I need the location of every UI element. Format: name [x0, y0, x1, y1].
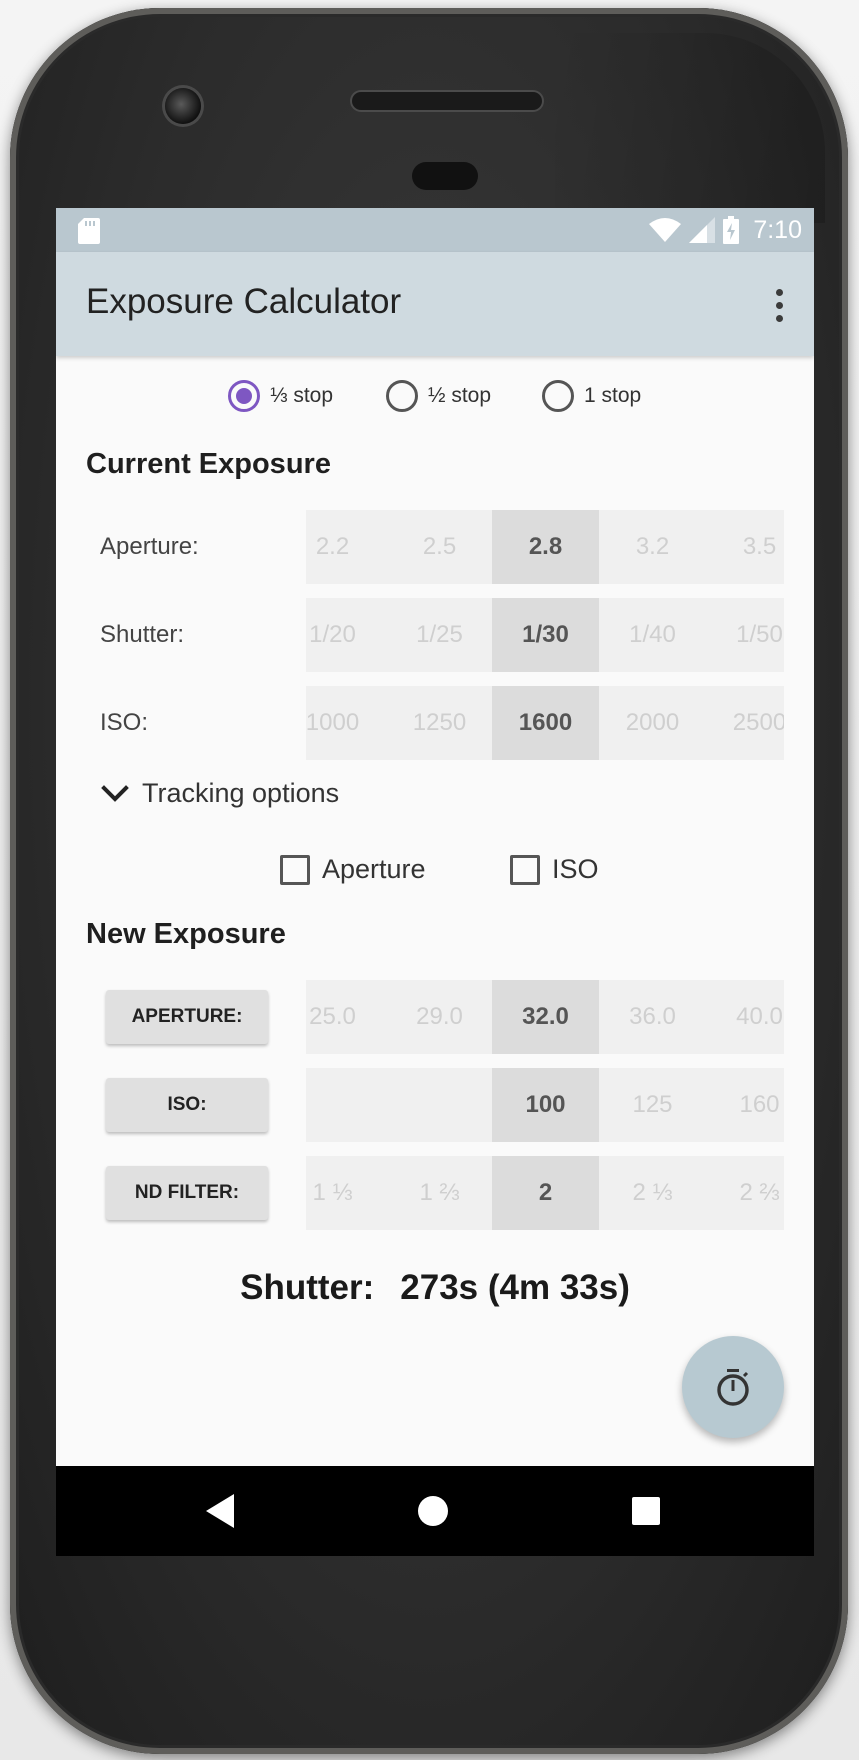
new-aperture-picker[interactable]: 25.0 29.0 32.0 36.0 40.0 [306, 980, 784, 1054]
picker-value[interactable]: 1000 [306, 686, 386, 760]
picker-value[interactable]: 2500 [706, 686, 784, 760]
app-title: Exposure Calculator [86, 282, 402, 321]
radio-circle [542, 380, 574, 412]
wifi-icon [649, 218, 682, 242]
new-exposure-title: New Exposure [86, 918, 286, 950]
picker-value[interactable]: 1/50 [706, 598, 784, 672]
checkbox-box [510, 854, 540, 885]
picker-value[interactable]: 29.0 [386, 980, 493, 1054]
aperture-button[interactable]: APERTURE: [106, 990, 268, 1044]
tracking-options-label: Tracking options [142, 778, 340, 808]
phone-sheen [555, 33, 825, 223]
picker-value[interactable]: 1/20 [306, 598, 386, 672]
radio-half-stop[interactable]: ½ stop [386, 380, 491, 412]
aperture-picker[interactable]: 2.2 2.5 2.8 3.2 3.5 [306, 510, 784, 584]
radio-third-stop[interactable]: ⅓ stop [228, 380, 333, 412]
front-camera [165, 88, 201, 124]
new-iso-picker[interactable]: 100 125 160 [306, 1068, 784, 1142]
radio-label: ⅓ stop [270, 384, 334, 407]
picker-value[interactable]: 3.2 [599, 510, 706, 584]
picker-value[interactable]: 3.5 [706, 510, 784, 584]
track-iso-checkbox[interactable]: ISO [510, 854, 599, 885]
back-icon[interactable] [206, 1494, 236, 1528]
picker-value[interactable]: 40.0 [706, 980, 784, 1054]
status-time: 7:10 [753, 215, 802, 244]
picker-selected-value[interactable]: 100 [492, 1068, 599, 1142]
picker-value[interactable]: 2.5 [386, 510, 493, 584]
status-bar: 7:10 [56, 208, 814, 252]
picker-value[interactable]: 1 ⅔ [386, 1156, 493, 1230]
nd-filter-picker[interactable]: 1 ⅓ 1 ⅔ 2 2 ⅓ 2 ⅔ [306, 1156, 784, 1230]
iso-button[interactable]: ISO: [106, 1078, 268, 1132]
checkbox-box [280, 854, 310, 885]
moon-icon[interactable] [678, 282, 724, 328]
picker-value[interactable]: 1/25 [386, 598, 493, 672]
sd-card-icon [78, 218, 100, 244]
radio-circle [386, 380, 418, 412]
picker-value[interactable]: 1250 [386, 686, 493, 760]
shutter-label: Shutter: [100, 621, 185, 648]
picker-value[interactable]: 2 ⅓ [599, 1156, 706, 1230]
picker-selected-value[interactable]: 2.8 [492, 510, 599, 584]
picker-selected-value[interactable]: 1/30 [492, 598, 599, 672]
checkbox-label: Aperture [322, 854, 426, 884]
current-exposure-title: Current Exposure [86, 448, 331, 480]
tracking-options-toggle[interactable]: Tracking options [100, 778, 339, 809]
signal-icon [689, 217, 716, 243]
picker-value[interactable]: 1/40 [599, 598, 706, 672]
screen: 7:10 Exposure Calculator ⅓ stop ½ stop 1… [56, 208, 814, 1556]
app-bar: Exposure Calculator [56, 252, 814, 356]
earpiece-speaker [352, 92, 542, 110]
nd-filter-button[interactable]: ND FILTER: [106, 1166, 268, 1220]
picker-value[interactable] [386, 1068, 493, 1142]
picker-value[interactable]: 2 ⅔ [706, 1156, 784, 1230]
radio-circle [228, 380, 260, 412]
iso-picker[interactable]: 1000 1250 1600 2000 2500 [306, 686, 784, 760]
chevron-down-icon [101, 784, 129, 802]
proximity-sensor [412, 162, 478, 190]
more-vert-icon[interactable] [756, 280, 802, 330]
home-icon[interactable] [418, 1496, 448, 1526]
picker-value[interactable]: 2.2 [306, 510, 386, 584]
picker-value[interactable]: 36.0 [599, 980, 706, 1054]
timer-icon [717, 1369, 749, 1406]
battery-charging-icon [723, 216, 740, 244]
picker-value[interactable]: 25.0 [306, 980, 386, 1054]
radio-label: 1 stop [584, 384, 642, 407]
shutter-picker[interactable]: 1/20 1/25 1/30 1/40 1/50 [306, 598, 784, 672]
picker-value[interactable]: 1 ⅓ [306, 1156, 386, 1230]
radio-label: ½ stop [428, 384, 492, 407]
recents-icon[interactable] [632, 1497, 660, 1525]
aperture-label: Aperture: [100, 533, 199, 560]
radio-one-stop[interactable]: 1 stop [542, 380, 641, 412]
picker-value[interactable]: 2000 [599, 686, 706, 760]
status-icons: 7:10 [649, 216, 802, 244]
iso-label: ISO: [100, 709, 149, 736]
stop-increment-group: ⅓ stop ½ stop 1 stop [56, 380, 814, 424]
picker-selected-value[interactable]: 1600 [492, 686, 599, 760]
picker-value[interactable]: 160 [706, 1068, 784, 1142]
picker-value[interactable]: 125 [599, 1068, 706, 1142]
checkbox-label: ISO [552, 854, 599, 884]
picker-value[interactable] [306, 1068, 386, 1142]
navigation-bar [56, 1466, 814, 1556]
picker-selected-value[interactable]: 2 [492, 1156, 599, 1230]
result-value: 273s (4m 33s) [400, 1268, 630, 1307]
shutter-result: Shutter: 273s (4m 33s) [56, 1268, 814, 1308]
picker-selected-value[interactable]: 32.0 [492, 980, 599, 1054]
timer-fab[interactable] [682, 1336, 784, 1438]
track-aperture-checkbox[interactable]: Aperture [280, 854, 426, 885]
result-label: Shutter: [240, 1268, 375, 1307]
